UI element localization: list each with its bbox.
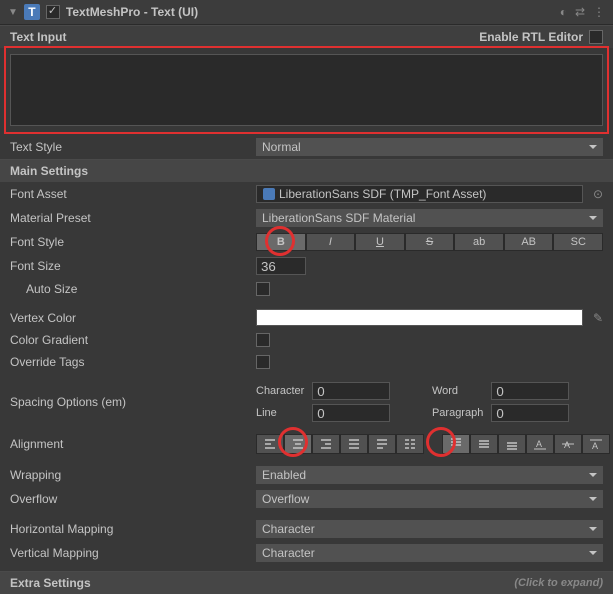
align-geo-button[interactable] <box>396 434 424 454</box>
align-top-button[interactable] <box>442 434 470 454</box>
char-spacing-label: Character <box>256 385 304 397</box>
rtl-label: Enable RTL Editor <box>479 30 583 44</box>
font-asset-field[interactable]: LiberationSans SDF (TMP_Font Asset) <box>256 185 583 203</box>
char-spacing-input[interactable] <box>312 382 390 400</box>
help-icon[interactable]: ◐ <box>560 5 567 19</box>
align-bottom-button[interactable] <box>498 434 526 454</box>
h-mapping-label: Horizontal Mapping <box>10 522 250 536</box>
enabled-checkbox[interactable] <box>46 5 60 19</box>
svg-text:A: A <box>536 439 542 449</box>
component-header: ▼ T TextMeshPro - Text (UI) ◐ ⇄ ⋮ <box>0 0 613 25</box>
strikethrough-button[interactable]: S <box>405 233 455 251</box>
align-justify-button[interactable] <box>340 434 368 454</box>
align-capline-button[interactable]: A <box>582 434 610 454</box>
component-title: TextMeshPro - Text (UI) <box>66 5 554 19</box>
v-mapping-dropdown[interactable]: Character <box>256 544 603 562</box>
text-input-header[interactable]: Text Input Enable RTL Editor <box>0 25 613 48</box>
align-midline-button[interactable]: A <box>554 434 582 454</box>
underline-button[interactable]: U <box>355 233 405 251</box>
overflow-dropdown[interactable]: Overflow <box>256 490 603 508</box>
override-tags-checkbox[interactable] <box>256 355 270 369</box>
main-settings-header[interactable]: Main Settings <box>0 159 613 182</box>
vertex-color-label: Vertex Color <box>10 311 250 325</box>
color-gradient-label: Color Gradient <box>10 333 250 347</box>
auto-size-label: Auto Size <box>10 282 250 296</box>
presets-icon[interactable]: ⇄ <box>575 5 585 19</box>
rtl-checkbox[interactable] <box>589 30 603 44</box>
font-size-label: Font Size <box>10 259 250 273</box>
font-icon <box>263 188 275 200</box>
object-picker-icon[interactable]: ⊙ <box>593 187 603 201</box>
vertex-color-swatch[interactable] <box>256 309 583 326</box>
auto-size-checkbox[interactable] <box>256 282 270 296</box>
align-right-button[interactable] <box>312 434 340 454</box>
svg-text:A: A <box>592 441 598 451</box>
alignment-label: Alignment <box>10 437 250 451</box>
expand-hint: (Click to expand) <box>514 577 603 589</box>
font-asset-label: Font Asset <box>10 187 250 201</box>
para-spacing-label: Paragraph <box>432 407 483 419</box>
font-size-input[interactable] <box>256 257 306 275</box>
text-style-dropdown[interactable]: Normal <box>256 138 603 156</box>
color-gradient-checkbox[interactable] <box>256 333 270 347</box>
wrapping-dropdown[interactable]: Enabled <box>256 466 603 484</box>
italic-button[interactable]: I <box>306 233 356 251</box>
line-spacing-label: Line <box>256 407 304 419</box>
horizontal-align-group <box>256 434 424 454</box>
wrapping-label: Wrapping <box>10 468 250 482</box>
text-input-label: Text Input <box>10 30 66 44</box>
bold-button[interactable]: B <box>256 233 306 251</box>
uppercase-button[interactable]: AB <box>504 233 554 251</box>
h-mapping-dropdown[interactable]: Character <box>256 520 603 538</box>
smallcaps-button[interactable]: SC <box>553 233 603 251</box>
align-flush-button[interactable] <box>368 434 396 454</box>
word-spacing-label: Word <box>432 385 483 397</box>
text-style-label: Text Style <box>10 140 250 154</box>
v-mapping-label: Vertical Mapping <box>10 546 250 560</box>
collapse-arrow-icon[interactable]: ▼ <box>8 7 18 18</box>
font-style-label: Font Style <box>10 235 250 249</box>
align-center-button[interactable] <box>284 434 312 454</box>
svg-text:A: A <box>564 440 570 450</box>
overflow-label: Overflow <box>10 492 250 506</box>
vertical-align-group: A A A <box>442 434 610 454</box>
override-tags-label: Override Tags <box>10 355 250 369</box>
eyedropper-icon[interactable]: ✎ <box>593 311 603 325</box>
line-spacing-input[interactable] <box>312 404 390 422</box>
text-input-area[interactable] <box>10 54 603 126</box>
word-spacing-input[interactable] <box>491 382 569 400</box>
spacing-label: Spacing Options (em) <box>10 395 250 409</box>
align-left-button[interactable] <box>256 434 284 454</box>
align-baseline-button[interactable]: A <box>526 434 554 454</box>
material-preset-label: Material Preset <box>10 211 250 225</box>
extra-settings-header[interactable]: Extra Settings (Click to expand) <box>0 571 613 594</box>
menu-icon[interactable]: ⋮ <box>593 5 605 19</box>
component-icon: T <box>24 4 40 20</box>
material-preset-dropdown[interactable]: LiberationSans SDF Material <box>256 209 603 227</box>
lowercase-button[interactable]: ab <box>454 233 504 251</box>
para-spacing-input[interactable] <box>491 404 569 422</box>
align-middle-button[interactable] <box>470 434 498 454</box>
